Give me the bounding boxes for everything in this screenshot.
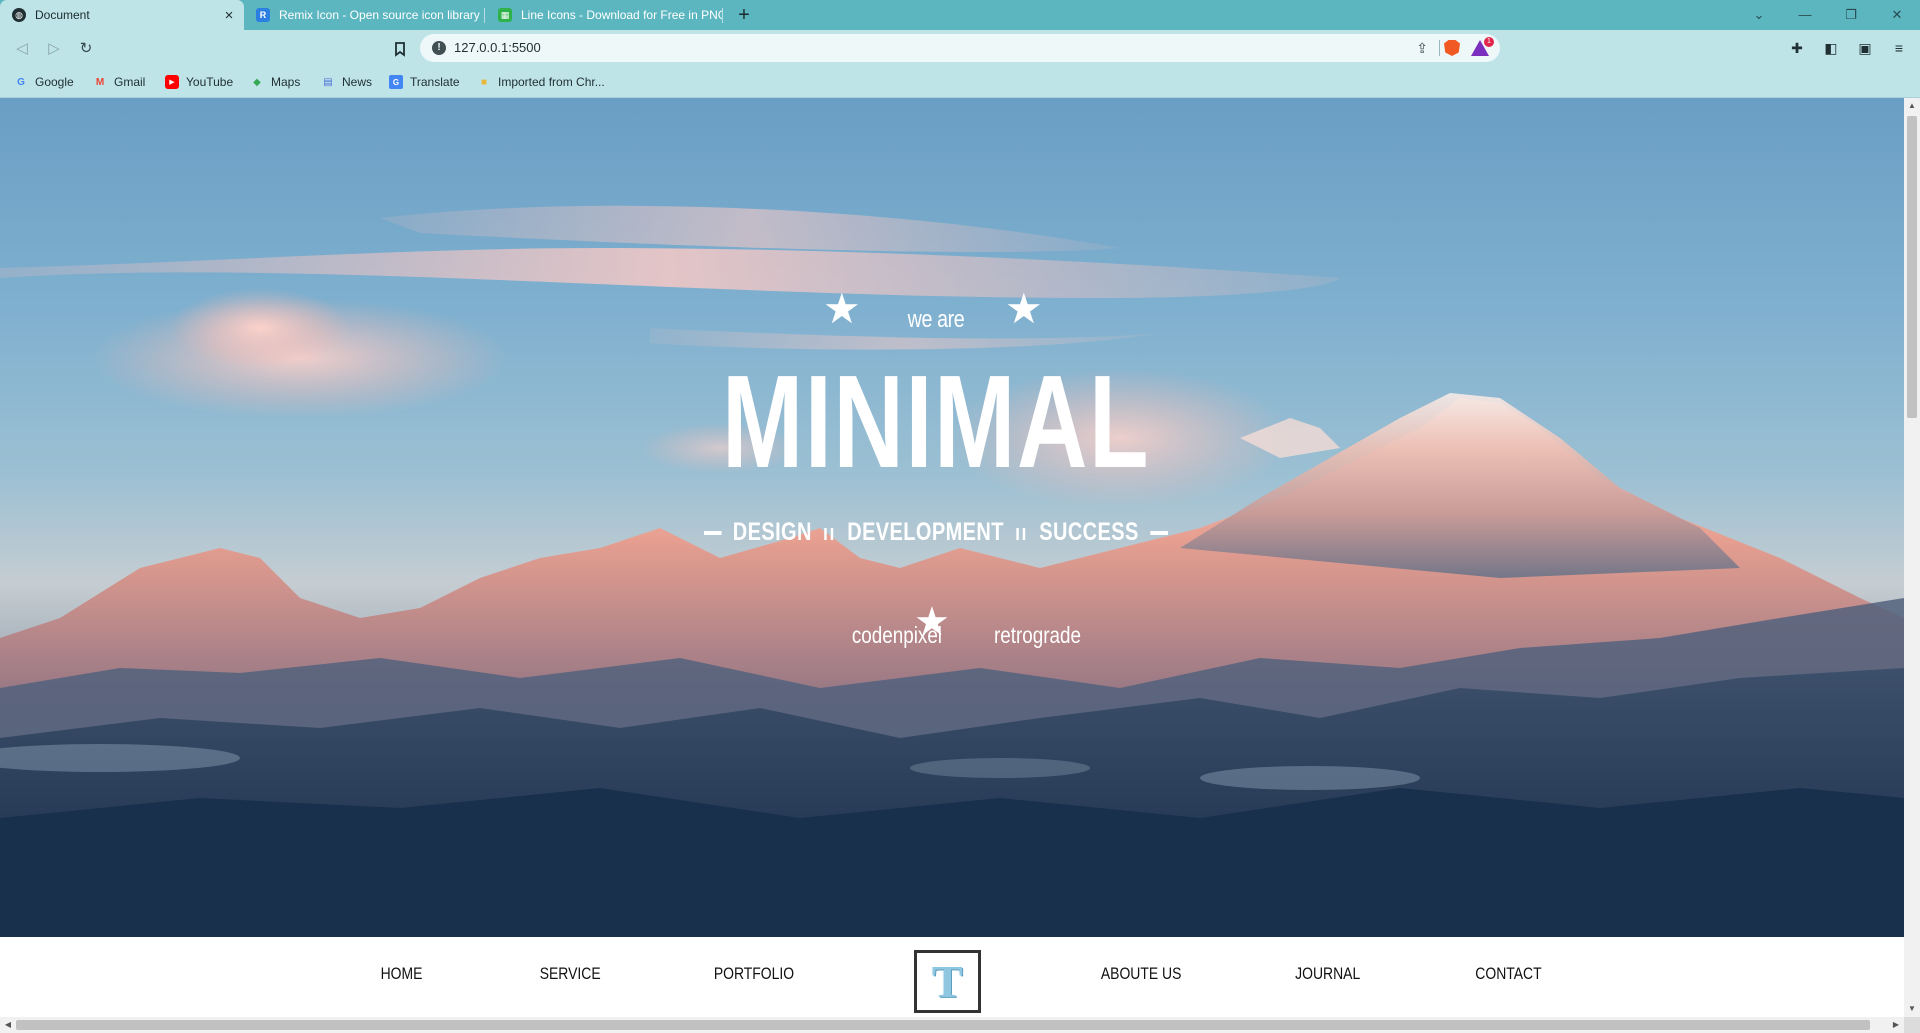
tagline-dash bbox=[704, 530, 722, 535]
divider bbox=[1439, 40, 1440, 56]
folder-icon: ■ bbox=[480, 76, 488, 88]
nav-label: JOURNAL bbox=[1295, 964, 1361, 983]
vertical-scroll-thumb[interactable] bbox=[1907, 116, 1917, 418]
bookmark-icon bbox=[395, 42, 405, 57]
hero-title: MINIMAL bbox=[721, 348, 1151, 495]
hero-tagline: DESIGN ıı DEVELOPMENT ıı SUCCESS bbox=[0, 518, 1872, 547]
maps-icon: ◆ bbox=[253, 76, 261, 88]
hero-sub-right: retrograde bbox=[994, 622, 1082, 648]
nav-contact[interactable]: CONTACT bbox=[1458, 964, 1558, 988]
nav-label: PORTFOLIO bbox=[713, 964, 795, 983]
page-viewport: ★ ★ we are MINIMAL DESIGN ıı DEVELOPMENT… bbox=[0, 98, 1904, 1017]
nav-label: HOME bbox=[380, 964, 422, 983]
horizontal-scroll-thumb[interactable] bbox=[16, 1020, 1870, 1030]
close-window-button[interactable]: ✕ bbox=[1874, 0, 1920, 30]
close-icon[interactable]: × bbox=[220, 7, 238, 24]
translate-icon: G bbox=[389, 75, 403, 89]
browser-toolbar: ◁ ▷ ↻ ! 127.0.0.1:5500 ⇪ 1 ✚ ◧ ▣ ≡ bbox=[0, 30, 1920, 66]
vertical-scrollbar[interactable]: ▲ ▼ bbox=[1904, 98, 1920, 1017]
brave-rewards-button[interactable]: 1 bbox=[1471, 37, 1494, 57]
rewards-badge: 1 bbox=[1484, 37, 1494, 47]
hero-section: ★ ★ we are MINIMAL DESIGN ıı DEVELOPMENT… bbox=[0, 98, 1904, 937]
tagline-item: DESIGN bbox=[733, 518, 813, 546]
bookmark-maps[interactable]: ◆ Maps bbox=[250, 72, 300, 92]
scroll-right-icon[interactable]: ▶ bbox=[1888, 1017, 1904, 1033]
forward-button[interactable]: ▷ bbox=[42, 37, 66, 61]
brave-shields-icon[interactable] bbox=[1444, 40, 1460, 56]
lineicons-favicon: ▦ bbox=[498, 8, 512, 22]
bookmark-youtube[interactable]: ▶ YouTube bbox=[165, 72, 233, 92]
nav-label: SERVICE bbox=[539, 964, 601, 983]
tagline-item: SUCCESS bbox=[1039, 518, 1139, 546]
google-icon: G bbox=[17, 76, 25, 88]
tab-remix-icon[interactable]: R Remix Icon - Open source icon library bbox=[244, 0, 484, 30]
bookmarks-bar: G Google M Gmail ▶ YouTube ◆ Maps ▤ News… bbox=[0, 66, 1920, 98]
bookmark-label: Maps bbox=[271, 75, 301, 89]
site-logo[interactable]: T bbox=[914, 950, 981, 1013]
bookmark-label: News bbox=[342, 75, 373, 89]
address-url[interactable]: 127.0.0.1:5500 bbox=[454, 40, 541, 55]
sidebar-icon[interactable]: ◧ bbox=[1820, 37, 1842, 59]
hero-kicker: we are bbox=[907, 306, 965, 333]
tab-document[interactable]: ◍ Document × bbox=[0, 0, 244, 30]
bookmark-folder-imported[interactable]: ■ Imported from Chr... bbox=[477, 72, 605, 92]
site-info-icon[interactable]: ! bbox=[432, 41, 446, 55]
tagline-separator: ıı bbox=[1015, 519, 1029, 545]
news-icon: ▤ bbox=[323, 76, 333, 88]
star-icon: ★ bbox=[914, 599, 950, 645]
scroll-up-icon[interactable]: ▲ bbox=[1904, 98, 1920, 114]
tab-title: Line Icons - Download for Free in PNG bbox=[521, 8, 722, 22]
nav-label: CONTACT bbox=[1474, 964, 1542, 983]
scroll-down-icon[interactable]: ▼ bbox=[1904, 1001, 1920, 1017]
gmail-icon: M bbox=[95, 76, 105, 88]
globe-icon: ◍ bbox=[12, 8, 26, 22]
tab-line-icons[interactable]: ▦ Line Icons - Download for Free in PNG bbox=[486, 0, 722, 30]
tab-search-icon[interactable]: ⌄ bbox=[1736, 0, 1782, 30]
bookmark-label: Translate bbox=[410, 75, 460, 89]
share-icon[interactable]: ⇪ bbox=[1416, 40, 1428, 57]
tab-separator bbox=[484, 8, 485, 23]
bookmark-label: Google bbox=[35, 75, 74, 89]
address-bar[interactable]: ! 127.0.0.1:5500 ⇪ 1 bbox=[420, 34, 1500, 62]
scroll-left-icon[interactable]: ◀ bbox=[0, 1017, 16, 1033]
bookmark-label: YouTube bbox=[186, 75, 234, 89]
site-navigation: HOME SERVICE PORTFOLIO T ABOUTE US JOURN… bbox=[0, 937, 1904, 1017]
logo-letter: T bbox=[932, 956, 963, 1007]
minimize-button[interactable]: — bbox=[1782, 0, 1828, 30]
menu-icon[interactable]: ≡ bbox=[1888, 37, 1910, 59]
bookmark-gmail[interactable]: M Gmail bbox=[93, 72, 146, 92]
bookmark-google[interactable]: G Google bbox=[14, 72, 74, 92]
back-button[interactable]: ◁ bbox=[10, 37, 34, 61]
tagline-separator: ıı bbox=[823, 519, 837, 545]
new-tab-button[interactable]: + bbox=[732, 3, 756, 27]
nav-portfolio[interactable]: PORTFOLIO bbox=[694, 964, 814, 988]
bookmark-news[interactable]: ▤ News bbox=[321, 72, 372, 92]
tab-bar: ◍ Document × R Remix Icon - Open source … bbox=[0, 0, 1920, 30]
restore-button[interactable]: ❐ bbox=[1828, 0, 1874, 30]
nav-home[interactable]: HOME bbox=[361, 964, 441, 988]
wallet-icon[interactable]: ▣ bbox=[1854, 37, 1876, 59]
bookmark-this-page-button[interactable] bbox=[388, 37, 412, 61]
hero-content: ★ ★ we are MINIMAL DESIGN ıı DEVELOPMENT… bbox=[0, 98, 1904, 937]
tab-title: Document bbox=[35, 8, 90, 22]
nav-journal[interactable]: JOURNAL bbox=[1278, 964, 1378, 988]
tagline-item: DEVELOPMENT bbox=[847, 518, 1005, 546]
nav-label: ABOUTE US bbox=[1100, 964, 1182, 983]
youtube-icon: ▶ bbox=[165, 75, 179, 89]
tab-separator bbox=[722, 8, 723, 23]
tagline-dash bbox=[1150, 530, 1168, 535]
bookmark-label: Gmail bbox=[114, 75, 146, 89]
bookmark-translate[interactable]: G Translate bbox=[389, 72, 460, 92]
reload-button[interactable]: ↻ bbox=[74, 37, 98, 61]
nav-service[interactable]: SERVICE bbox=[520, 964, 620, 988]
nav-about-us[interactable]: ABOUTE US bbox=[1081, 964, 1201, 988]
tab-title: Remix Icon - Open source icon library bbox=[279, 8, 480, 22]
bookmark-label: Imported from Chr... bbox=[498, 75, 605, 89]
scrollbar-corner bbox=[1904, 1017, 1920, 1033]
horizontal-scrollbar[interactable]: ◀ ▶ bbox=[0, 1017, 1904, 1033]
extensions-icon[interactable]: ✚ bbox=[1786, 37, 1808, 59]
remix-favicon: R bbox=[256, 8, 270, 22]
